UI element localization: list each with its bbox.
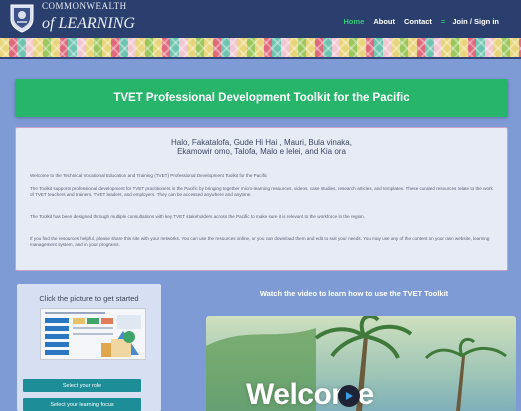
intro-paragraph: The Toolkit supports professional develo… [30, 186, 493, 198]
main-nav: Home About Contact = Join / Sign in [344, 14, 521, 28]
video-heading: Watch the video to learn how to use the … [259, 289, 449, 298]
nav-home-link[interactable]: Home [344, 17, 365, 26]
video-welcome-text: Welcome [246, 378, 374, 411]
greeting-line-1: Halo, Fakatalofa, Gude Hi Hai , Mauri, B… [171, 138, 352, 147]
nav-contact-link[interactable]: Contact [404, 17, 432, 26]
nav-about-link[interactable]: About [373, 17, 395, 26]
intro-paragraph: Welcome to the Technical Vocational Educ… [30, 173, 268, 178]
get-started-picture[interactable] [40, 308, 146, 360]
intro-panel: Halo, Fakatalofa, Gude Hi Hai , Mauri, B… [15, 127, 508, 271]
nav-join-signin-link[interactable]: Join / Sign in [452, 17, 499, 26]
title-banner: TVET Professional Development Toolkit fo… [15, 79, 508, 117]
nav-separator: = [440, 16, 446, 26]
select-learning-focus-button[interactable]: Select your learning focus [23, 398, 141, 411]
play-icon [346, 392, 353, 400]
play-button[interactable] [338, 385, 360, 407]
site-logo[interactable]: COMMONWEALTH of LEARNING [42, 2, 135, 32]
greeting: Halo, Fakatalofa, Gude Hi Hai , Mauri, B… [16, 138, 507, 156]
get-started-title: Click the picture to get started [39, 294, 139, 303]
logo-line-1: COMMONWEALTH [42, 1, 127, 11]
logo-line-2: of LEARNING [42, 15, 135, 32]
select-role-button[interactable]: Select your role [23, 379, 141, 392]
crest-icon[interactable] [8, 3, 36, 33]
page-title: TVET Professional Development Toolkit fo… [113, 92, 410, 104]
pattern-divider [0, 57, 521, 59]
intro-paragraph: The Toolkit has been designed through mu… [30, 214, 366, 219]
decorative-pattern-strip [0, 38, 521, 58]
intro-video-player[interactable]: Welcome [206, 316, 516, 411]
intro-paragraph: If you find the resources helpful, pleas… [30, 236, 490, 248]
greeting-line-2: Ekamowir omo, Talofa, Malo e lelei, and … [177, 147, 346, 156]
site-header: COMMONWEALTH of LEARNING Home About Cont… [0, 0, 521, 38]
